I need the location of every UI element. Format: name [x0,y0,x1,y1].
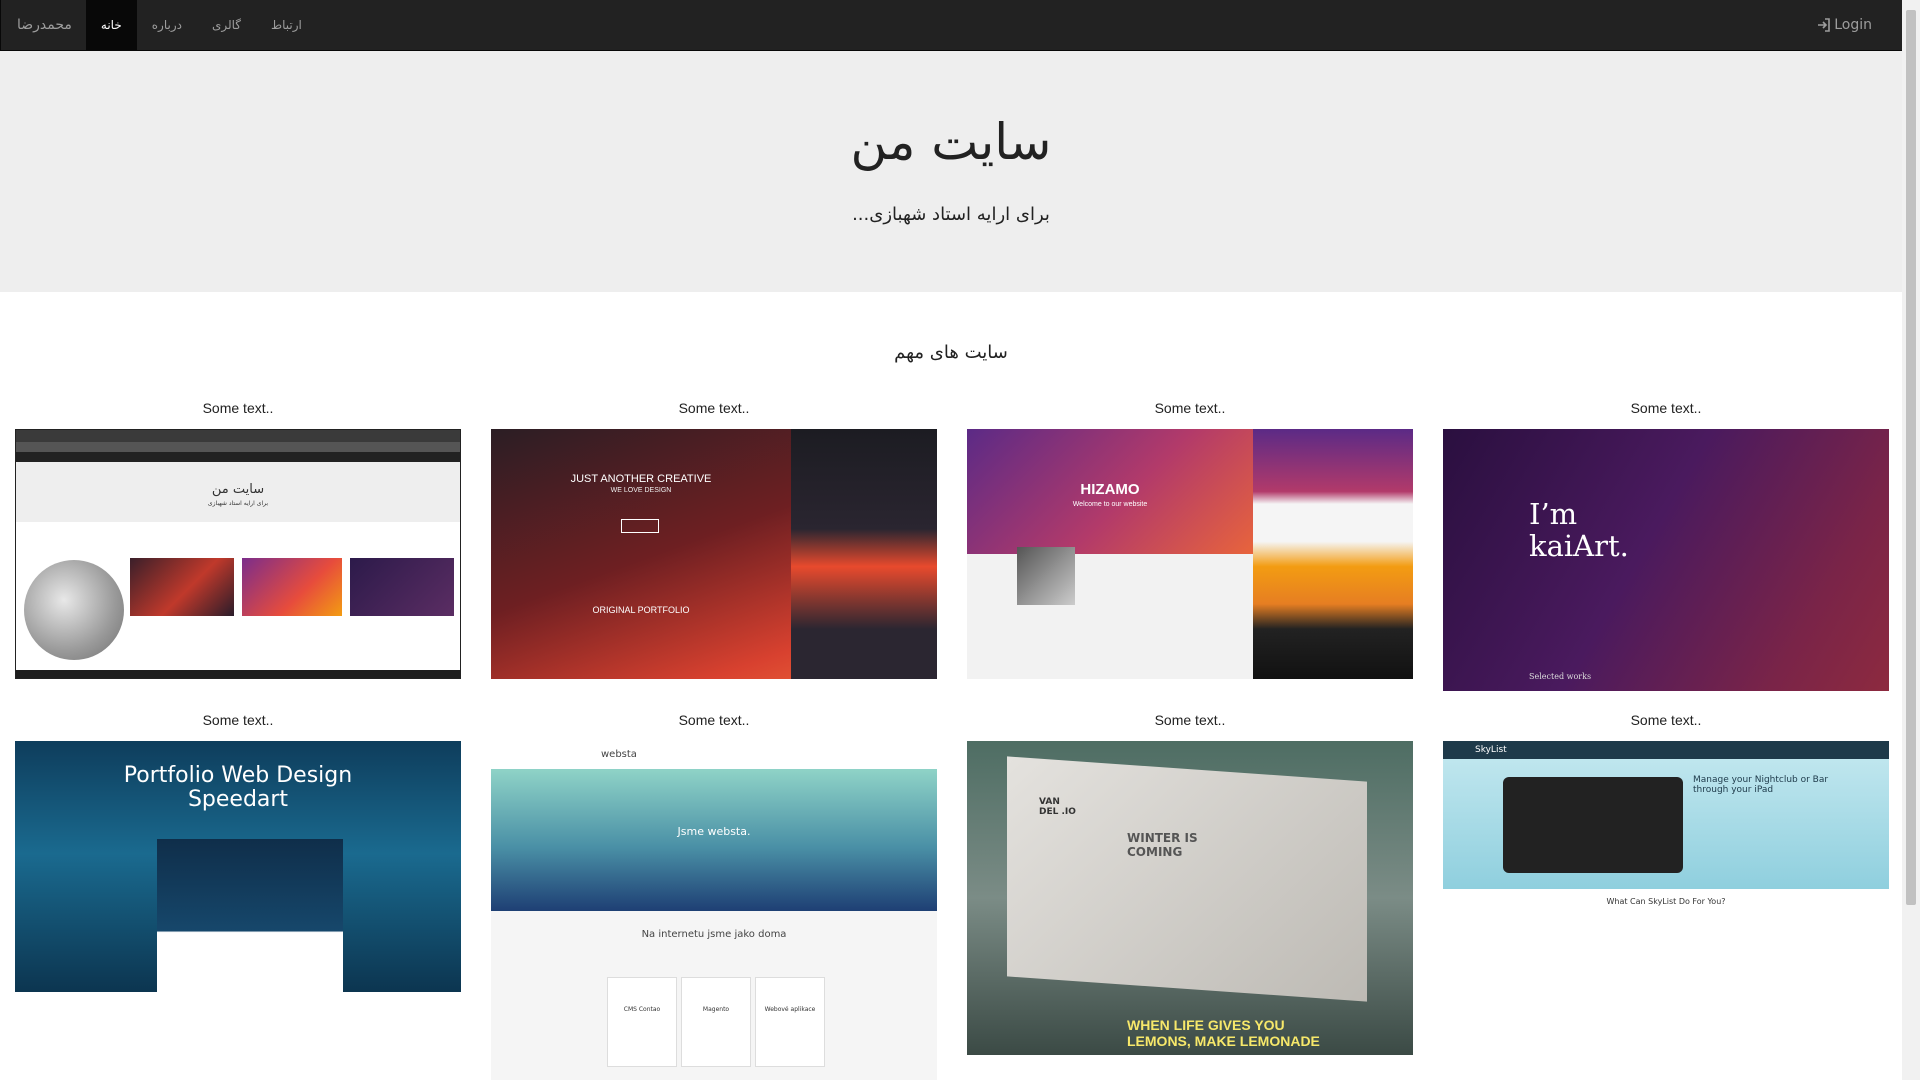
kaiart-line-1: I’m [1529,497,1578,531]
gallery-image-5[interactable]: Portfolio Web Design Speedart [15,741,461,992]
nav-item-about[interactable]: درباره [137,0,197,50]
nav-item-home[interactable]: خانه [85,0,137,50]
card-caption: Some text.. [1154,712,1226,728]
gallery-image-4[interactable]: I’m kaiArt. Selected works [1443,429,1889,691]
skylist-brand: SkyList [1475,745,1507,755]
mobile-preview [791,429,937,679]
mini-taskbar [16,670,460,678]
gallery-image-8[interactable]: SkyList Manage your Nightclub or Bar thr… [1443,741,1889,1015]
mini-navbar [16,452,460,462]
thumb-portfolio-label: ORIGINAL PORTFOLIO [592,605,690,615]
mini-thumb [242,558,342,616]
speedart-preview [157,839,343,992]
mini-thumb [130,558,234,616]
websta-card-title: Magento [702,1006,730,1013]
mini-hero-subtitle: برای ارایه استاد شهبازی [207,500,269,507]
login-link[interactable]: Login [1816,0,1872,50]
websta-section-title: Na internetu jsme jako doma [641,929,787,940]
gallery-image-2[interactable]: JUST ANOTHER CREATIVE WE LOVE DESIGN ORI… [491,429,937,679]
card-caption: Some text.. [202,712,274,728]
kaiart-line-2: kaiArt. [1529,529,1629,563]
hizamo-photo [1017,547,1075,605]
skylist-question: What Can SkyList Do For You? [1606,897,1726,906]
websta-card: Webové aplikace [755,977,825,1067]
browser-tabs-strip [16,430,460,442]
login-label: Login [1834,17,1872,33]
navbar-brand[interactable]: محمدرضا [1,0,86,50]
page-scrollbar[interactable] [1902,0,1920,1080]
skylist-heading: Manage your Nightclub or Bar through you… [1693,775,1829,795]
gallery-title: سایت های مهم [894,342,1008,363]
thumb-heading: JUST ANOTHER CREATIVE [570,473,712,485]
gallery-image-3[interactable]: HIZAMO Welcome to our website [967,429,1413,679]
gallery-image-6[interactable]: websta Jsme websta. Na internetu jsme ja… [491,741,937,1080]
vandelio-lemons: WHEN LIFE GIVES YOU LEMONS, MAKE LEMONAD… [1127,1017,1320,1049]
skylist-devices [1503,777,1683,873]
websta-card-title: Webové aplikace [764,1006,816,1013]
hero-jumbotron: سایت من ...برای ارایه استاد شهبازی [0,51,1902,292]
mini-hero-title: سایت من [211,482,265,497]
card-caption: Some text.. [1154,400,1226,416]
scrollbar-thumb[interactable] [1906,10,1916,905]
vandelio-winter: WINTER IS COMING [1127,831,1198,859]
hizamo-brand: HIZAMO [1080,481,1140,498]
websta-heading: Jsme websta. [677,825,751,838]
card-caption: Some text.. [202,400,274,416]
mini-moon-image [24,560,124,660]
speedart-line-2: Speedart [187,787,289,812]
nav-menu: محمدرضا خانه درباره گالری ارتباط [1,0,317,50]
websta-card: CMS Contao [607,977,677,1067]
skylist-navbar [1443,741,1889,759]
hero-subtitle: ...برای ارایه استاد شهبازی [852,204,1050,225]
vandelio-screen [1007,756,1367,1002]
login-icon [1818,18,1831,32]
websta-card-title: CMS Contao [623,1006,661,1013]
mini-thumb [350,558,454,616]
card-caption: Some text.. [678,712,750,728]
hizamo-welcome: Welcome to our website [1072,501,1148,508]
navbar: محمدرضا خانه درباره گالری ارتباط Login [0,0,1902,51]
thumb-subheading: WE LOVE DESIGN [610,487,672,494]
websta-brand: websta [601,749,637,760]
gallery-image-1[interactable]: سایت من برای ارایه استاد شهبازی [15,429,461,679]
websta-topbar [491,741,937,769]
hero-title: سایت من [850,113,1052,171]
card-caption: Some text.. [1630,400,1702,416]
card-caption: Some text.. [1630,712,1702,728]
websta-card: Magento [681,977,751,1067]
nav-item-contact[interactable]: ارتباط [256,0,317,50]
speedart-line-1: Portfolio Web Design [123,763,353,788]
browser-address-bar [16,442,460,452]
gallery-image-7[interactable]: VAN DEL .IO WINTER IS COMING WHEN LIFE G… [967,741,1413,1055]
nav-item-gallery[interactable]: گالری [197,0,256,50]
vandelio-logo: VAN DEL .IO [1039,797,1076,817]
hizamo-mobile [1253,429,1413,679]
websta-hero [491,769,937,911]
thumb-button [621,519,659,533]
kaiart-footer: Selected works [1529,672,1592,681]
card-caption: Some text.. [678,400,750,416]
